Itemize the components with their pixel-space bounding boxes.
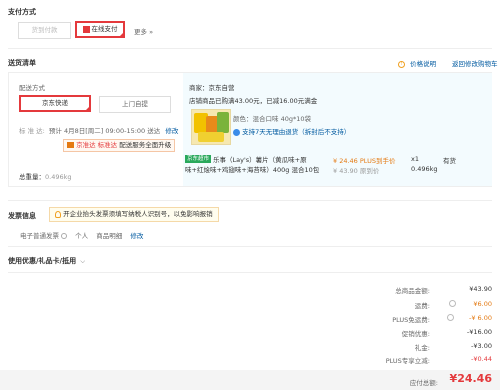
delivery-box: 配送方式 京东快递 上门自提 标 准 达: 预计 4月8日[周二] 09:00-… bbox=[8, 72, 492, 187]
product-stock: 有货 bbox=[443, 157, 456, 165]
total-label: 应付总额: bbox=[409, 379, 438, 387]
color-value: 混合口味 40g*10袋 bbox=[252, 115, 311, 123]
tag-jd-precise: 京准达 bbox=[76, 141, 96, 149]
summary-value: -¥3.00 bbox=[471, 342, 492, 350]
product-title-line1: 乐事（Lay's）薯片（黄瓜味+原 bbox=[213, 156, 307, 164]
product-panel: 商家：京东自营 店铺商品已购满43.00元，已减16.00元满金 颜色：混合口味… bbox=[183, 73, 492, 186]
return-policy-text: 支持7天无理由退货（拆封后不支持） bbox=[242, 128, 351, 136]
summary-label: 总商品金额: bbox=[395, 287, 430, 295]
invoice-type: 电子普通发票 bbox=[20, 232, 59, 240]
total-bar: 应付总额: ¥24.46 bbox=[0, 370, 500, 390]
price-note-label: 价格说明 bbox=[410, 60, 437, 68]
delivery-title: 送货清单 bbox=[8, 59, 36, 67]
summary-value: ¥43.90 bbox=[469, 285, 492, 293]
color-label: 颜色： bbox=[233, 115, 253, 123]
product-color: 颜色：混合口味 40g*10袋 bbox=[233, 113, 311, 123]
standard-value: 预计 4月8日[周二] 09:00-15:00 送达 bbox=[48, 127, 161, 135]
plus-info-icon[interactable] bbox=[447, 314, 454, 321]
price-note-link[interactable]: ! 价格说明 bbox=[398, 58, 436, 68]
divider bbox=[8, 200, 492, 201]
coupon-toggle[interactable]: 使用优惠/礼品卡/抵用 ⌵ bbox=[8, 256, 85, 266]
summary-row-promotion: 促销优惠: -¥16.00 bbox=[300, 328, 492, 340]
summary-label: 礼金: bbox=[414, 344, 430, 352]
chip-bag-icon bbox=[217, 112, 229, 133]
summary-row-gift-money: 礼金: -¥3.00 bbox=[300, 342, 492, 354]
chip-bag-icon bbox=[198, 132, 224, 142]
summary-label: 促销优惠: bbox=[401, 330, 430, 338]
coupon-title: 使用优惠/礼品卡/抵用 bbox=[8, 257, 77, 265]
summary-value: -¥0.44 bbox=[471, 355, 492, 363]
selected-corner-icon bbox=[84, 105, 91, 112]
product-orig-price: ¥ 43.90 原到价 bbox=[333, 167, 380, 175]
standard-label: 标 准 达: bbox=[19, 127, 45, 135]
info-icon: ! bbox=[398, 60, 405, 68]
total-weight: 总重量：0.496kg bbox=[19, 171, 72, 181]
online-pay-icon bbox=[82, 25, 90, 33]
summary-label: PLUS免运费: bbox=[392, 316, 430, 324]
shipping-method-title: 配送方式 bbox=[19, 84, 45, 92]
more-payment-link[interactable]: 更多 » bbox=[134, 26, 153, 36]
shipping-info-icon[interactable] bbox=[449, 300, 456, 307]
pickup-button[interactable]: 上门自提 bbox=[99, 96, 171, 113]
invoice-title: 发票信息 bbox=[8, 212, 36, 220]
invoice-owner: 个人 bbox=[75, 232, 89, 240]
return-policy: 支持7天无理由退货（拆封后不支持） bbox=[233, 126, 350, 136]
product-image[interactable] bbox=[191, 109, 231, 145]
tag-upgrade: 配送服务全面升级 bbox=[119, 141, 172, 149]
cod-button[interactable]: 货到付款 bbox=[18, 22, 71, 39]
delivery-tags: 京准达 标准达 配送服务全面升级 bbox=[63, 139, 176, 152]
online-pay-label: 在线支付 bbox=[91, 25, 118, 33]
summary-value: -¥ 6.00 bbox=[468, 314, 492, 322]
summary-row-plus-discount: PLUS专享立减: -¥0.44 bbox=[300, 355, 492, 367]
online-pay-button[interactable]: 在线支付 bbox=[75, 21, 125, 38]
invoice-tip: 开企业抬头发票须填写纳税人识别号，以免影响报销 bbox=[49, 207, 219, 222]
product-weight: 0.496kg bbox=[411, 165, 438, 173]
payment-title: 支付方式 bbox=[8, 8, 36, 16]
summary-row-shipping: 运费: ¥6.00 bbox=[300, 300, 492, 312]
chevron-down-icon: ⌵ bbox=[80, 257, 86, 265]
delivery-truck-icon bbox=[67, 142, 74, 148]
product-title[interactable]: 乐事（Lay's）薯片（黄瓜味+原 味+红烩味+鸡翅味+海苔味）400g 混合1… bbox=[185, 155, 323, 175]
summary-row-total-goods: 总商品金额: ¥43.90 bbox=[300, 285, 492, 297]
jd-express-button[interactable]: 京东快递 bbox=[19, 95, 91, 112]
total-weight-value: 0.496kg bbox=[45, 173, 72, 181]
invoice-content: 商品明细 bbox=[96, 232, 123, 240]
divider bbox=[8, 272, 492, 273]
standard-delivery-row: 标 准 达: 预计 4月8日[周二] 09:00-15:00 送达 修改 bbox=[19, 125, 178, 135]
modify-delivery-link[interactable]: 修改 bbox=[165, 127, 178, 135]
summary-value: ¥6.00 bbox=[473, 300, 492, 308]
summary-row-plus-free-shipping: PLUS免运费: -¥ 6.00 bbox=[300, 314, 492, 326]
product-price: ¥ 24.46 PLUS到手价 bbox=[333, 157, 396, 165]
return-policy-icon bbox=[233, 128, 240, 136]
bulb-icon bbox=[55, 210, 61, 218]
selected-corner-icon bbox=[118, 31, 125, 38]
total-value: ¥24.46 bbox=[449, 372, 492, 385]
invoice-details: 电子普通发票 个人 商品明细 修改 bbox=[20, 230, 143, 240]
invoice-tip-text: 开企业抬头发票须填写纳税人识别号，以免影响报销 bbox=[63, 210, 213, 218]
divider bbox=[8, 246, 492, 247]
tag-standard: 标准达 bbox=[97, 141, 118, 149]
seller-promo: 店铺商品已购满43.00元，已减16.00元满金 bbox=[189, 97, 318, 105]
summary-label: PLUS专享立减: bbox=[385, 357, 430, 365]
product-title-line2: 味+红烩味+鸡翅味+海苔味）400g 混合10包 bbox=[185, 166, 320, 174]
divider bbox=[8, 48, 492, 49]
summary-value: -¥16.00 bbox=[466, 328, 492, 336]
invoice-help-icon[interactable] bbox=[61, 233, 68, 239]
return-cart-link[interactable]: 返回修改购物车 bbox=[452, 58, 498, 68]
total-weight-label: 总重量： bbox=[19, 173, 45, 181]
product-qty: x1 bbox=[411, 155, 419, 163]
seller-name: 商家：京东自营 bbox=[189, 84, 235, 92]
supermarket-badge: 京东超市 bbox=[185, 155, 212, 163]
invoice-modify-link[interactable]: 修改 bbox=[130, 232, 143, 240]
summary-label: 运费: bbox=[414, 302, 430, 310]
